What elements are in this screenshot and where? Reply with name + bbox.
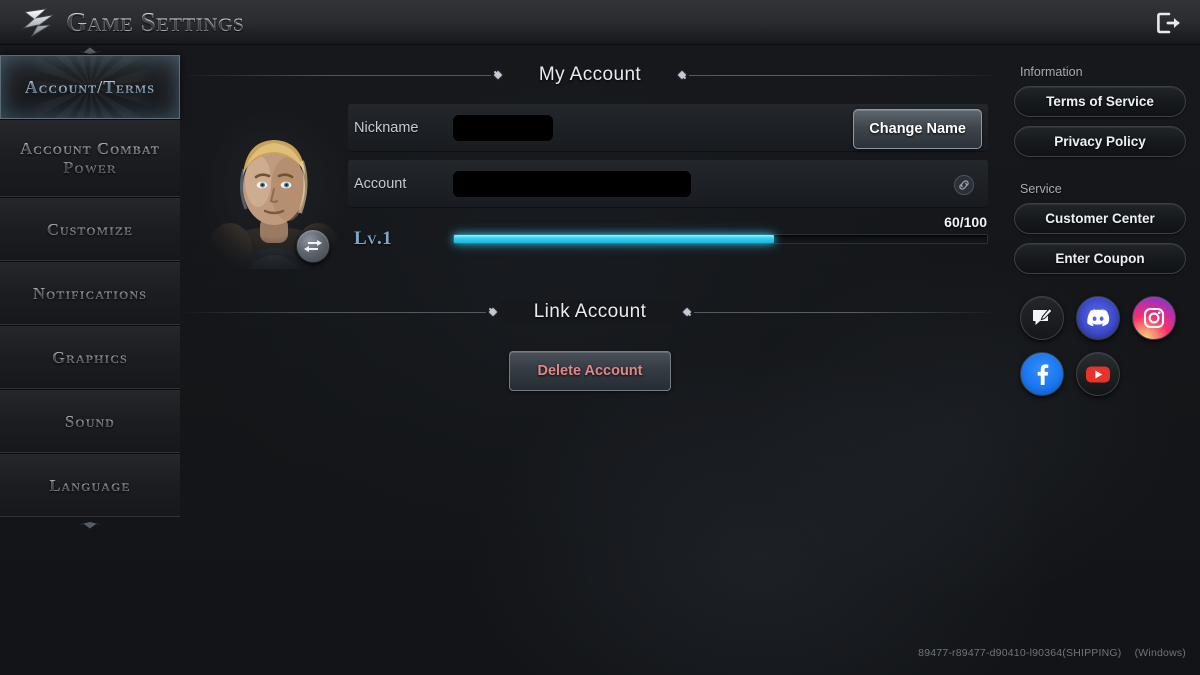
terms-of-service-button[interactable]: Terms of Service [1014, 86, 1186, 117]
diamond-ornament-left [490, 70, 505, 80]
sidebar-item-graphics[interactable]: Graphics [0, 325, 180, 389]
enter-coupon-label: Enter Coupon [1055, 251, 1145, 266]
diamond-ornament-left [485, 307, 500, 317]
link-account-section-header: Link Account [180, 297, 1000, 327]
sidebar-item-account-combat-power[interactable]: Account Combat Power [0, 119, 180, 197]
xp-progress-fill [454, 235, 774, 243]
information-heading: Information [1020, 65, 1083, 79]
delete-account-button[interactable]: Delete Account [509, 351, 671, 391]
section-title: Link Account [499, 301, 681, 323]
panel-spacer [1014, 166, 1186, 178]
sidebar-item-notifications[interactable]: Notifications [0, 261, 180, 325]
exit-icon[interactable] [1152, 7, 1186, 38]
facebook-icon[interactable] [1020, 352, 1064, 396]
sidebar-item-account-terms[interactable]: Account/Terms [0, 55, 180, 119]
character-portrait-wrap [204, 109, 344, 269]
account-fields: Nickname Change Name Account Lv.1 60/100 [348, 104, 988, 262]
sidebar-item-label: Customize [41, 220, 139, 239]
customer-center-button[interactable]: Customer Center [1014, 203, 1186, 234]
change-name-label: Change Name [869, 121, 966, 137]
enter-coupon-button[interactable]: Enter Coupon [1014, 243, 1186, 274]
diamond-ornament-right [680, 307, 695, 317]
terms-of-service-label: Terms of Service [1046, 94, 1154, 109]
sidebar-item-label: Account/Terms [19, 77, 161, 97]
sidebar-item-label: Graphics [46, 348, 134, 367]
youtube-icon[interactable] [1076, 352, 1120, 396]
sidebar-nav: Account/Terms Account Combat Power Custo… [0, 45, 180, 675]
xp-value-label: 60/100 [944, 214, 987, 230]
sidebar-item-language[interactable]: Language [0, 453, 180, 517]
forum-icon[interactable] [1020, 296, 1064, 340]
section-title: My Account [504, 64, 676, 86]
privacy-policy-label: Privacy Policy [1054, 134, 1146, 149]
account-block: Nickname Change Name Account Lv.1 60/100 [180, 104, 1000, 279]
sidebar-item-label: Account Combat Power [0, 139, 180, 177]
account-label: Account [354, 176, 407, 192]
nav-ornament-top [0, 45, 180, 55]
build-version: 89477-r89477-d90410-l90364(SHIPPING) (Wi… [918, 647, 1186, 659]
level-label: Lv.1 [354, 228, 393, 249]
sidebar-item-label: Notifications [27, 284, 153, 303]
change-name-button[interactable]: Change Name [853, 109, 982, 149]
title-bar: Game Settings [0, 0, 1200, 45]
level-row: Lv.1 60/100 [348, 214, 988, 262]
nickname-input[interactable] [453, 115, 553, 141]
main-content: My Account Nickname Change Name Account … [180, 45, 1000, 675]
sidebar-item-label: Sound [59, 412, 121, 431]
customer-center-label: Customer Center [1045, 211, 1155, 226]
right-panel: Information Terms of Service Privacy Pol… [1000, 45, 1200, 675]
swap-arrows-icon[interactable] [296, 229, 330, 263]
diamond-ornament-right [675, 70, 690, 80]
nickname-row: Nickname Change Name [348, 104, 988, 152]
emblem-icon [22, 6, 56, 38]
privacy-policy-button[interactable]: Privacy Policy [1014, 126, 1186, 157]
xp-progress-bar: 60/100 [453, 214, 988, 244]
link-icon[interactable] [954, 175, 974, 195]
account-row: Account [348, 160, 988, 208]
nickname-label: Nickname [354, 120, 419, 136]
my-account-section-header: My Account [180, 60, 1000, 90]
platform-label: (Windows) [1134, 647, 1186, 659]
sidebar-item-sound[interactable]: Sound [0, 389, 180, 453]
build-string: 89477-r89477-d90410-l90364(SHIPPING) [918, 647, 1122, 659]
social-links [1014, 296, 1186, 396]
sidebar-item-customize[interactable]: Customize [0, 197, 180, 261]
page-title: Game Settings [66, 6, 245, 37]
discord-icon[interactable] [1076, 296, 1120, 340]
instagram-icon[interactable] [1132, 296, 1176, 340]
nav-ornament-bottom [0, 517, 180, 533]
account-input[interactable] [453, 171, 691, 197]
sidebar-item-label: Language [43, 476, 136, 495]
service-heading: Service [1020, 182, 1062, 196]
delete-account-label: Delete Account [537, 363, 643, 379]
